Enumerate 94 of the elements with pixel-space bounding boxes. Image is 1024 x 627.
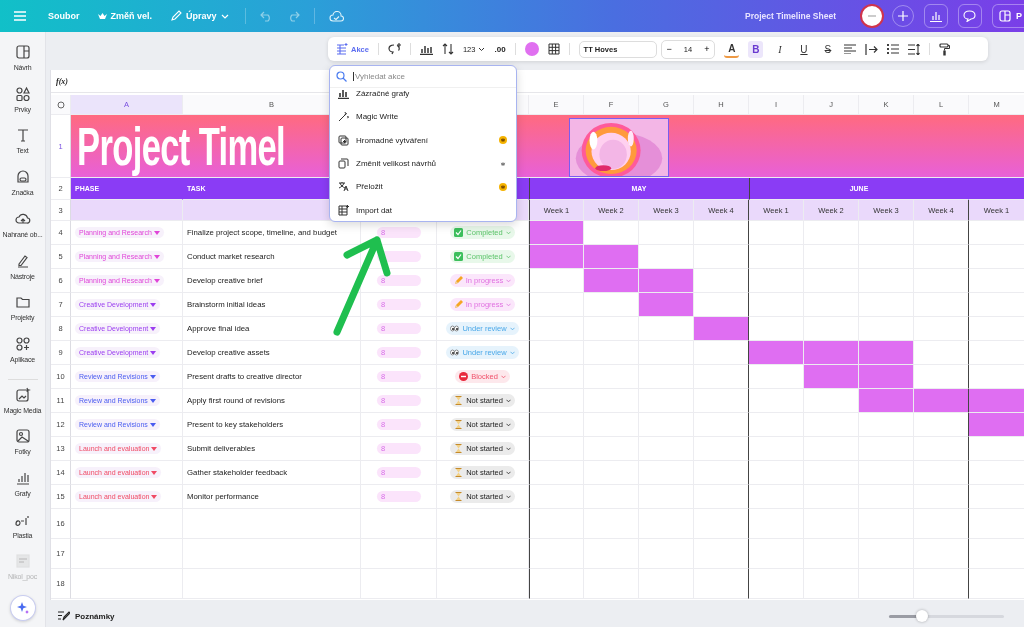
sparkle-icon (15, 601, 30, 616)
bar-chart-icon (930, 10, 942, 22)
empty-cell (914, 569, 969, 599)
chart-icon (338, 88, 349, 100)
indent-icon[interactable] (865, 43, 879, 55)
brand-icon (14, 169, 31, 186)
chevron-icon (478, 46, 486, 52)
chevron-icon (505, 230, 511, 235)
line-spacing-icon[interactable] (908, 43, 921, 55)
eyes-icon (450, 324, 460, 333)
pencil-icon (453, 276, 463, 285)
slider-thumb[interactable] (916, 609, 929, 622)
check-icon (454, 252, 464, 261)
pencil-icon (453, 300, 463, 309)
charts-icon (14, 470, 31, 487)
wand-icon (338, 111, 349, 123)
select-all-icon[interactable] (56, 100, 65, 109)
layout-icon (999, 10, 1011, 22)
underline-button[interactable]: U (796, 40, 812, 58)
photos-icon (14, 428, 31, 445)
hourglass-icon (454, 444, 464, 453)
present-button[interactable]: P (992, 4, 1024, 28)
chevron-icon (506, 302, 512, 307)
table-icon (338, 204, 349, 216)
lasso-icon[interactable] (387, 43, 401, 55)
empty-cell (914, 539, 969, 569)
cloud-icon[interactable] (328, 10, 344, 22)
hourglass-icon (454, 420, 464, 429)
empty-cell (694, 539, 749, 569)
paint-roller-icon[interactable] (939, 42, 951, 56)
decimals-button[interactable]: .00 (494, 42, 506, 56)
chevron-icon (505, 398, 511, 403)
copy-icon (338, 134, 349, 146)
borders-icon[interactable] (547, 43, 560, 55)
chevron-icon (220, 13, 229, 19)
chart-icon[interactable] (419, 43, 433, 55)
chevron-icon (506, 278, 512, 283)
strikethrough-button[interactable]: S (820, 40, 836, 58)
chevron-icon (509, 350, 515, 355)
empty-cell (529, 509, 584, 539)
menu-item[interactable]: Změnit velikost návrhů (330, 151, 516, 176)
chevron-icon (505, 470, 511, 475)
fill-color-swatch[interactable] (524, 42, 539, 56)
avatar[interactable] (860, 4, 884, 28)
empty-cell (529, 539, 584, 569)
elements-icon (14, 85, 31, 102)
user-icon (14, 553, 31, 570)
table-icon (336, 43, 348, 55)
eyes-icon (450, 348, 460, 357)
duration-pill (377, 251, 421, 262)
align-icon[interactable] (844, 44, 857, 54)
pencil-icon (170, 10, 182, 22)
italic-button[interactable]: I (772, 40, 788, 58)
comment-button[interactable] (958, 4, 982, 28)
menu-item[interactable]: Hromadné vytváření (330, 128, 516, 152)
crown-icon (97, 12, 107, 20)
design-icon (14, 44, 31, 60)
bold-button[interactable]: B (748, 40, 764, 58)
magic-assistant-button[interactable] (9, 595, 36, 621)
empty-cell (914, 509, 969, 539)
header-cell (969, 178, 1024, 200)
notes-button[interactable]: Poznámky (58, 611, 115, 621)
increase-size-button[interactable]: + (702, 44, 712, 54)
empty-cell (749, 509, 804, 539)
chevron-icon (505, 446, 511, 451)
hourglass-icon (454, 396, 464, 405)
chevron-icon (505, 422, 511, 427)
resize-icon (338, 158, 349, 170)
hourglass-icon (454, 492, 464, 501)
list-icon[interactable] (887, 44, 900, 54)
hourglass-icon (454, 468, 464, 477)
chevron-icon (505, 494, 511, 499)
empty-cell (694, 569, 749, 599)
no-entry-icon (459, 372, 469, 381)
menu-item[interactable]: Import dat (330, 198, 516, 221)
document-title: Project Timeline Sheet (744, 11, 836, 21)
check-icon (454, 228, 464, 237)
speech-bubble-icon (963, 10, 977, 22)
projects-icon (14, 294, 31, 311)
sort-icon[interactable] (441, 43, 454, 55)
apps-icon (14, 335, 31, 352)
chevron-icon (505, 254, 511, 259)
magic-icon (14, 386, 31, 403)
formula-label: f(x) (56, 76, 68, 86)
notes-icon (58, 611, 70, 621)
decrease-size-button[interactable]: − (664, 44, 674, 54)
chevron-icon (500, 374, 506, 379)
chevron-icon (509, 326, 515, 331)
translate-icon (338, 181, 349, 193)
empty-cell (749, 539, 804, 569)
plus-icon (898, 11, 908, 21)
analytics-button[interactable] (924, 4, 948, 28)
search-icon (336, 71, 347, 82)
empty-cell (694, 509, 749, 539)
